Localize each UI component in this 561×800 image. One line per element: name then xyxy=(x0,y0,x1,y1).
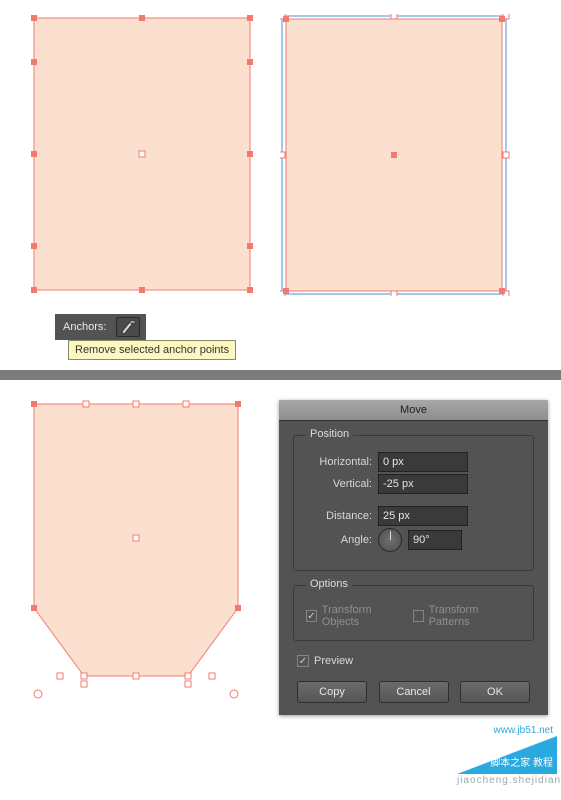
options-caption: Options xyxy=(306,578,352,590)
distance-label: Distance: xyxy=(306,510,372,522)
transform-objects-label: Transform Objects xyxy=(322,604,401,628)
watermark-url: www.jb51.net xyxy=(457,725,557,736)
transform-patterns-label: Transform Patterns xyxy=(429,604,511,628)
vertical-input[interactable] xyxy=(378,474,468,494)
position-caption: Position xyxy=(306,428,353,440)
watermark: www.jb51.net 脚本之家 教程 jiaocheng.shejidian… xyxy=(457,745,557,786)
distance-input[interactable] xyxy=(378,506,468,526)
preview-checkbox[interactable]: ✓ Preview xyxy=(297,655,353,667)
angle-input[interactable] xyxy=(408,530,462,550)
copy-button[interactable]: Copy xyxy=(297,681,367,703)
vertical-label: Vertical: xyxy=(306,478,372,490)
move-dialog: Move Position Horizontal: Vertical: Dist… xyxy=(279,400,548,715)
preview-label: Preview xyxy=(314,655,353,667)
anchors-label: Anchors: xyxy=(55,314,112,340)
bottom-section: Move Position Horizontal: Vertical: Dist… xyxy=(0,380,561,790)
right-rectangle-canvas[interactable] xyxy=(280,14,514,296)
ok-button[interactable]: OK xyxy=(460,681,530,703)
horizontal-input[interactable] xyxy=(378,452,468,472)
transform-patterns-checkbox[interactable]: Transform Patterns xyxy=(413,604,511,628)
cancel-button[interactable]: Cancel xyxy=(379,681,449,703)
top-section: Anchors: Remove selected anchor points xyxy=(0,0,561,370)
tooltip-remove-anchor-points: Remove selected anchor points xyxy=(68,340,236,360)
move-dialog-title: Move xyxy=(279,400,548,421)
tapered-shape-canvas[interactable] xyxy=(20,398,252,708)
anchors-toolbar: Anchors: xyxy=(55,314,146,340)
check-icon: ✓ xyxy=(297,655,309,667)
options-group: Options ✓ Transform Objects Transform Pa… xyxy=(293,585,534,641)
checkbox-icon xyxy=(413,610,424,622)
transform-objects-checkbox[interactable]: ✓ Transform Objects xyxy=(306,604,401,628)
angle-label: Angle: xyxy=(306,534,372,546)
remove-anchor-points-button[interactable] xyxy=(112,314,146,340)
left-rectangle-canvas[interactable] xyxy=(30,14,254,294)
horizontal-label: Horizontal: xyxy=(306,456,372,468)
angle-knob[interactable] xyxy=(378,528,402,552)
watermark-sub: jiaocheng.shejidian.com xyxy=(457,775,557,786)
check-icon: ✓ xyxy=(306,610,317,622)
watermark-cn: 脚本之家 教程 xyxy=(457,754,557,769)
pen-minus-icon xyxy=(120,320,136,334)
section-divider xyxy=(0,370,561,380)
position-group: Position Horizontal: Vertical: Distance:… xyxy=(293,435,534,571)
